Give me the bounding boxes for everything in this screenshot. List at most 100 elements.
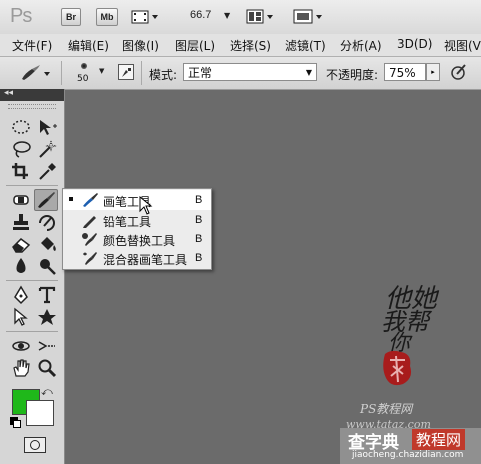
quick-mask-icon	[30, 440, 40, 450]
history-brush-tool[interactable]	[36, 212, 58, 232]
opacity-input[interactable]: 75%	[384, 63, 426, 81]
menu-bar: 文件(F) 编辑(E) 图像(I) 图层(L) 选择(S) 滤镜(T) 分析(A…	[0, 34, 481, 57]
path-arrow-icon	[14, 307, 28, 326]
eraser-icon	[12, 238, 31, 253]
dodge-tool[interactable]	[36, 256, 58, 276]
tools-panel: ◂◂ ⤺	[0, 88, 65, 464]
path-selection-tool[interactable]	[10, 307, 32, 327]
photoshop-logo: Ps	[10, 5, 32, 27]
move-tool[interactable]	[36, 117, 58, 137]
stamp-icon	[13, 214, 29, 230]
hand-tool[interactable]	[10, 358, 32, 378]
3d-camera-tool[interactable]	[36, 336, 58, 356]
brush-picker-arrow: ▼	[99, 67, 105, 75]
3d-camera-icon	[38, 341, 55, 351]
collapse-toggle[interactable]: ◂◂	[4, 88, 13, 98]
brush-icon	[83, 193, 98, 207]
tablet-pressure-button[interactable]	[449, 62, 469, 82]
brush-tip-icon	[81, 63, 87, 69]
flyout-item-color-replacement[interactable]: 颜色替换工具 B	[63, 229, 211, 249]
flyout-shortcut: B	[195, 194, 203, 206]
arrange-documents-button[interactable]	[246, 8, 276, 26]
tool-separator	[6, 331, 58, 332]
eyedropper-tool[interactable]	[36, 161, 58, 181]
history-brush-icon	[39, 215, 55, 231]
brush-picker[interactable]: 50 ▼	[72, 60, 108, 88]
crop-tool[interactable]	[10, 161, 32, 181]
mini-bridge-button[interactable]: Mb	[96, 8, 118, 26]
flyout-item-brush[interactable]: 画笔工具 B	[63, 190, 211, 210]
menu-3d[interactable]: 3D(D)	[397, 37, 432, 51]
lasso-tool[interactable]	[10, 139, 32, 159]
red-seal-stamp	[381, 348, 415, 388]
zoom-tool[interactable]	[36, 358, 58, 378]
tool-preset-picker[interactable]	[18, 63, 54, 83]
selected-bullet	[69, 197, 73, 201]
brush-panel-toggle[interactable]	[118, 64, 134, 80]
menu-select[interactable]: 选择(S)	[230, 37, 271, 54]
type-t-icon	[38, 286, 56, 304]
color-replacement-icon	[82, 233, 97, 246]
blur-tool[interactable]	[10, 256, 32, 276]
blend-mode-select[interactable]: 正常 ▼	[183, 63, 317, 81]
screen-mode-button[interactable]	[293, 8, 325, 26]
blend-mode-arrow: ▼	[305, 68, 312, 77]
site-tagline: 教程网	[412, 429, 466, 450]
tools-panel-header[interactable]: ◂◂	[0, 88, 64, 101]
seal-icon	[383, 350, 412, 386]
brush-panel-icon	[122, 68, 131, 77]
menu-view[interactable]: 视图(V	[444, 37, 481, 54]
quick-mask-button[interactable]	[24, 437, 46, 453]
mouse-cursor-icon	[139, 196, 153, 215]
default-colors-icon[interactable]	[10, 417, 21, 428]
bandage-icon	[13, 195, 29, 205]
zoom-level[interactable]: 66.7	[190, 9, 211, 21]
menu-edit[interactable]: 编辑(E)	[68, 37, 109, 54]
paint-bucket-tool[interactable]	[36, 234, 58, 254]
menu-filter[interactable]: 滤镜(T)	[285, 37, 326, 54]
hand-icon	[13, 359, 30, 377]
clone-stamp-tool[interactable]	[10, 212, 32, 232]
bridge-button[interactable]: Br	[61, 8, 81, 26]
quick-selection-tool[interactable]	[36, 139, 58, 159]
pen-tool[interactable]	[10, 285, 32, 305]
menu-analysis[interactable]: 分析(A)	[340, 37, 382, 54]
pen-icon	[14, 285, 28, 305]
menu-file[interactable]: 文件(F)	[12, 37, 52, 54]
flyout-item-mixer-brush[interactable]: 混合器画笔工具 B	[63, 248, 211, 268]
flyout-shortcut: B	[195, 214, 203, 226]
tool-separator	[6, 280, 58, 281]
flyout-item-pencil[interactable]: 铅笔工具 B	[63, 210, 211, 230]
background-color-swatch[interactable]	[26, 400, 54, 426]
view-extras-button[interactable]	[131, 8, 161, 26]
options-divider	[141, 61, 142, 85]
dodge-icon	[40, 259, 56, 275]
eyedropper-icon	[39, 163, 56, 180]
menu-layer[interactable]: 图层(L)	[175, 37, 215, 54]
brush-tool-flyout-menu: 画笔工具 B 铅笔工具 B 颜色替换工具 B 混合器画笔工具 B	[62, 188, 212, 270]
mixer-brush-icon	[83, 252, 97, 265]
zoom-dropdown-arrow[interactable]: ▼	[224, 11, 230, 20]
swap-colors-icon[interactable]: ⤺	[41, 385, 53, 399]
eraser-tool[interactable]	[10, 234, 32, 254]
blur-drop-icon	[16, 258, 26, 273]
panel-grip[interactable]	[8, 104, 56, 109]
spot-healing-tool[interactable]	[10, 190, 32, 210]
type-tool[interactable]	[36, 285, 58, 305]
paint-bucket-icon	[41, 237, 56, 251]
pencil-icon	[83, 216, 96, 228]
3d-rotate-icon	[12, 341, 30, 351]
marquee-tool[interactable]	[10, 117, 32, 137]
flyout-label: 混合器画笔工具	[103, 253, 188, 267]
screen-mode-icon	[293, 9, 322, 24]
opacity-slider-button[interactable]: ▸	[426, 63, 440, 81]
custom-shape-tool[interactable]	[36, 307, 58, 327]
flyout-shortcut: B	[195, 252, 203, 264]
3d-rotate-tool[interactable]	[10, 336, 32, 356]
brush-tool[interactable]	[34, 189, 58, 211]
menu-image[interactable]: 图像(I)	[122, 37, 159, 54]
move-icon	[40, 120, 57, 135]
options-bar: 50 ▼ 模式: 正常 ▼ 不透明度: 75% ▸	[0, 57, 481, 90]
film-strip-icon	[131, 10, 158, 24]
brush-icon	[38, 192, 55, 208]
